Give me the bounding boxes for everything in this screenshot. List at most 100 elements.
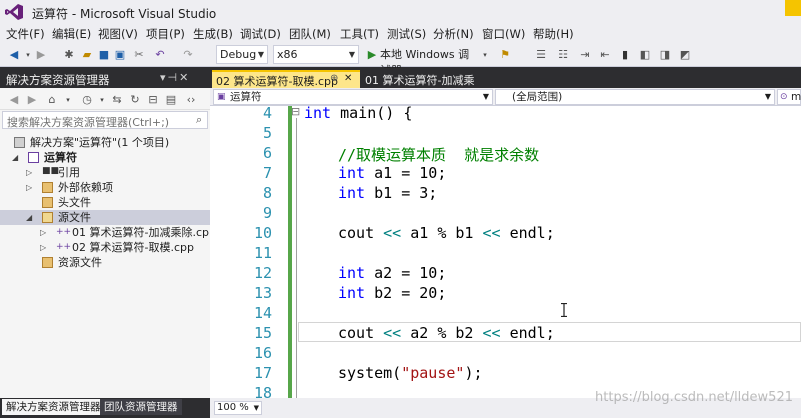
open-file-icon[interactable]: ▰: [80, 47, 94, 63]
collapse-all-icon[interactable]: ⊟: [146, 92, 160, 108]
menu-test[interactable]: 测试(S): [387, 26, 426, 42]
line-number: 9: [262, 204, 272, 222]
menu-tools[interactable]: 工具(T): [340, 26, 379, 42]
redo-icon[interactable]: ↷: [181, 47, 195, 63]
solution-config-select[interactable]: Debug ▼: [216, 45, 268, 64]
line-number: 4: [262, 104, 272, 122]
pin-icon[interactable]: ⊣: [168, 71, 180, 84]
menu-file[interactable]: 文件(F): [6, 26, 45, 42]
menu-edit[interactable]: 编辑(E): [52, 26, 91, 42]
sync-icon[interactable]: ⇆: [110, 92, 124, 108]
tree-item-references[interactable]: ▷ ■■ 引用: [0, 165, 210, 180]
tree-item-header-files[interactable]: 头文件: [0, 195, 210, 210]
tree-item-solution[interactable]: 解决方案"运算符"(1 个项目): [0, 135, 210, 150]
zoom-select[interactable]: 100 % ▼: [214, 401, 262, 415]
pin-icon[interactable]: ⊕: [330, 73, 338, 84]
dropdown-icon[interactable]: ▾: [160, 71, 168, 84]
comment-icon[interactable]: ☰: [534, 47, 548, 63]
references-icon: ■■: [42, 166, 60, 176]
pending-changes-icon[interactable]: ◷: [80, 92, 94, 108]
menu-project[interactable]: 项目(P): [146, 26, 185, 42]
folder-icon: [42, 197, 53, 208]
tree-item-resource-files[interactable]: 资源文件: [0, 255, 210, 270]
menu-help[interactable]: 帮助(H): [533, 26, 574, 42]
chevron-down-icon[interactable]: ▾: [98, 92, 106, 108]
next-bookmark-icon[interactable]: ◨: [658, 47, 672, 63]
code-line: system("pause");: [338, 364, 483, 382]
cut-icon[interactable]: ✂: [132, 47, 146, 63]
forward-icon[interactable]: ▶: [34, 47, 48, 63]
text-cursor-icon: [561, 303, 567, 317]
expanded-arrow-icon[interactable]: ◢: [12, 150, 18, 165]
tab-01-arithmetic[interactable]: 01 算术运算符-加减乘除.cpp: [361, 71, 501, 103]
solution-search-input[interactable]: 搜索解决方案资源管理器(Ctrl+;): [2, 111, 208, 129]
tab-02-modulo[interactable]: 02 算术运算符-取模.cpp ⊕ ✕: [212, 70, 360, 88]
notification-flag-icon[interactable]: [785, 0, 801, 16]
chevron-down-icon: ▼: [764, 92, 771, 101]
view-code-icon[interactable]: ‹›: [184, 92, 198, 108]
tree-item-file-02[interactable]: ▷ ++ 02 算术运算符-取模.cpp: [0, 240, 210, 255]
code-line: cout << a1 % b1 << endl;: [338, 224, 555, 242]
chevron-down-icon[interactable]: ▾: [64, 92, 72, 108]
tree-item-project[interactable]: ◢ 运算符: [0, 150, 210, 165]
search-icon: ⌕: [196, 113, 203, 126]
clear-bookmarks-icon[interactable]: ◩: [678, 47, 692, 63]
collapsed-arrow-icon[interactable]: ▷: [40, 225, 46, 240]
tab-team-explorer[interactable]: 团队资源管理器: [100, 399, 182, 415]
chevron-down-icon[interactable]: ▾: [24, 47, 32, 63]
close-icon[interactable]: ✕: [179, 71, 190, 84]
indent-icon[interactable]: ⇥: [578, 47, 592, 63]
tab-solution-explorer[interactable]: 解决方案资源管理器: [2, 399, 105, 415]
code-line: int main() {: [304, 104, 413, 122]
back-icon[interactable]: ◀: [6, 47, 22, 63]
uncomment-icon[interactable]: ☷: [556, 47, 570, 63]
project-icon: ▣: [217, 92, 226, 102]
start-debugger-button[interactable]: 本地 Windows 调试器: [380, 47, 478, 77]
new-project-icon[interactable]: ✱: [62, 47, 76, 63]
collapsed-arrow-icon[interactable]: ▷: [26, 165, 32, 180]
code-line: int b1 = 3;: [338, 184, 438, 202]
line-number: 10: [253, 224, 272, 242]
save-all-icon[interactable]: ▣: [113, 47, 127, 63]
home-icon[interactable]: ⌂: [44, 92, 60, 108]
prev-bookmark-icon[interactable]: ◧: [638, 47, 652, 63]
refresh-icon[interactable]: ↻: [128, 92, 142, 108]
menu-team[interactable]: 团队(M): [289, 26, 331, 42]
expanded-arrow-icon[interactable]: ◢: [26, 210, 32, 225]
chevron-down-icon[interactable]: ▾: [481, 47, 489, 63]
member-icon: ⊙: [780, 92, 788, 102]
menu-debug[interactable]: 调试(D): [240, 26, 281, 42]
back-icon[interactable]: ◀: [8, 92, 20, 108]
play-icon[interactable]: ▶: [366, 47, 378, 63]
scope-dropdown[interactable]: (全局范围) ▼: [495, 89, 775, 105]
menu-build[interactable]: 生成(B): [193, 26, 233, 42]
tree-item-source-files[interactable]: ◢ 源文件: [0, 210, 210, 225]
chevron-down-icon: ▼: [253, 404, 259, 412]
member-dropdown[interactable]: ⊙ m: [777, 89, 801, 105]
save-icon[interactable]: ■: [97, 47, 111, 63]
line-number: 11: [253, 244, 272, 262]
code-line: int a2 = 10;: [338, 264, 447, 282]
collapsed-arrow-icon[interactable]: ▷: [40, 240, 46, 255]
bookmark-icon[interactable]: ▮: [618, 47, 632, 63]
forward-icon[interactable]: ▶: [26, 92, 38, 108]
line-number: 15: [253, 324, 272, 342]
close-icon[interactable]: ✕: [344, 73, 352, 84]
line-number: 16: [253, 344, 272, 362]
line-number: 6: [262, 144, 272, 162]
collapsed-arrow-icon[interactable]: ▷: [26, 180, 32, 195]
menu-analyze[interactable]: 分析(N): [433, 26, 474, 42]
outdent-icon[interactable]: ⇤: [598, 47, 612, 63]
tree-item-external-deps[interactable]: ▷ 外部依赖项: [0, 180, 210, 195]
line-number: 17: [253, 364, 272, 382]
platform-select[interactable]: x86 ▼: [273, 45, 359, 64]
menu-window[interactable]: 窗口(W): [482, 26, 525, 42]
panel-controls: ▾⊣✕: [160, 71, 190, 84]
collapse-region-icon[interactable]: ⊟: [291, 106, 300, 118]
menu-view[interactable]: 视图(V): [98, 26, 138, 42]
undo-icon[interactable]: ↶: [153, 47, 167, 63]
tree-item-file-01[interactable]: ▷ ++ 01 算术运算符-加减乘除.cpp: [0, 225, 216, 240]
show-all-files-icon[interactable]: ▤: [164, 92, 178, 108]
attach-icon[interactable]: ⚑: [498, 47, 512, 63]
project-dropdown[interactable]: ▣ 运算符 ▼: [213, 89, 493, 105]
